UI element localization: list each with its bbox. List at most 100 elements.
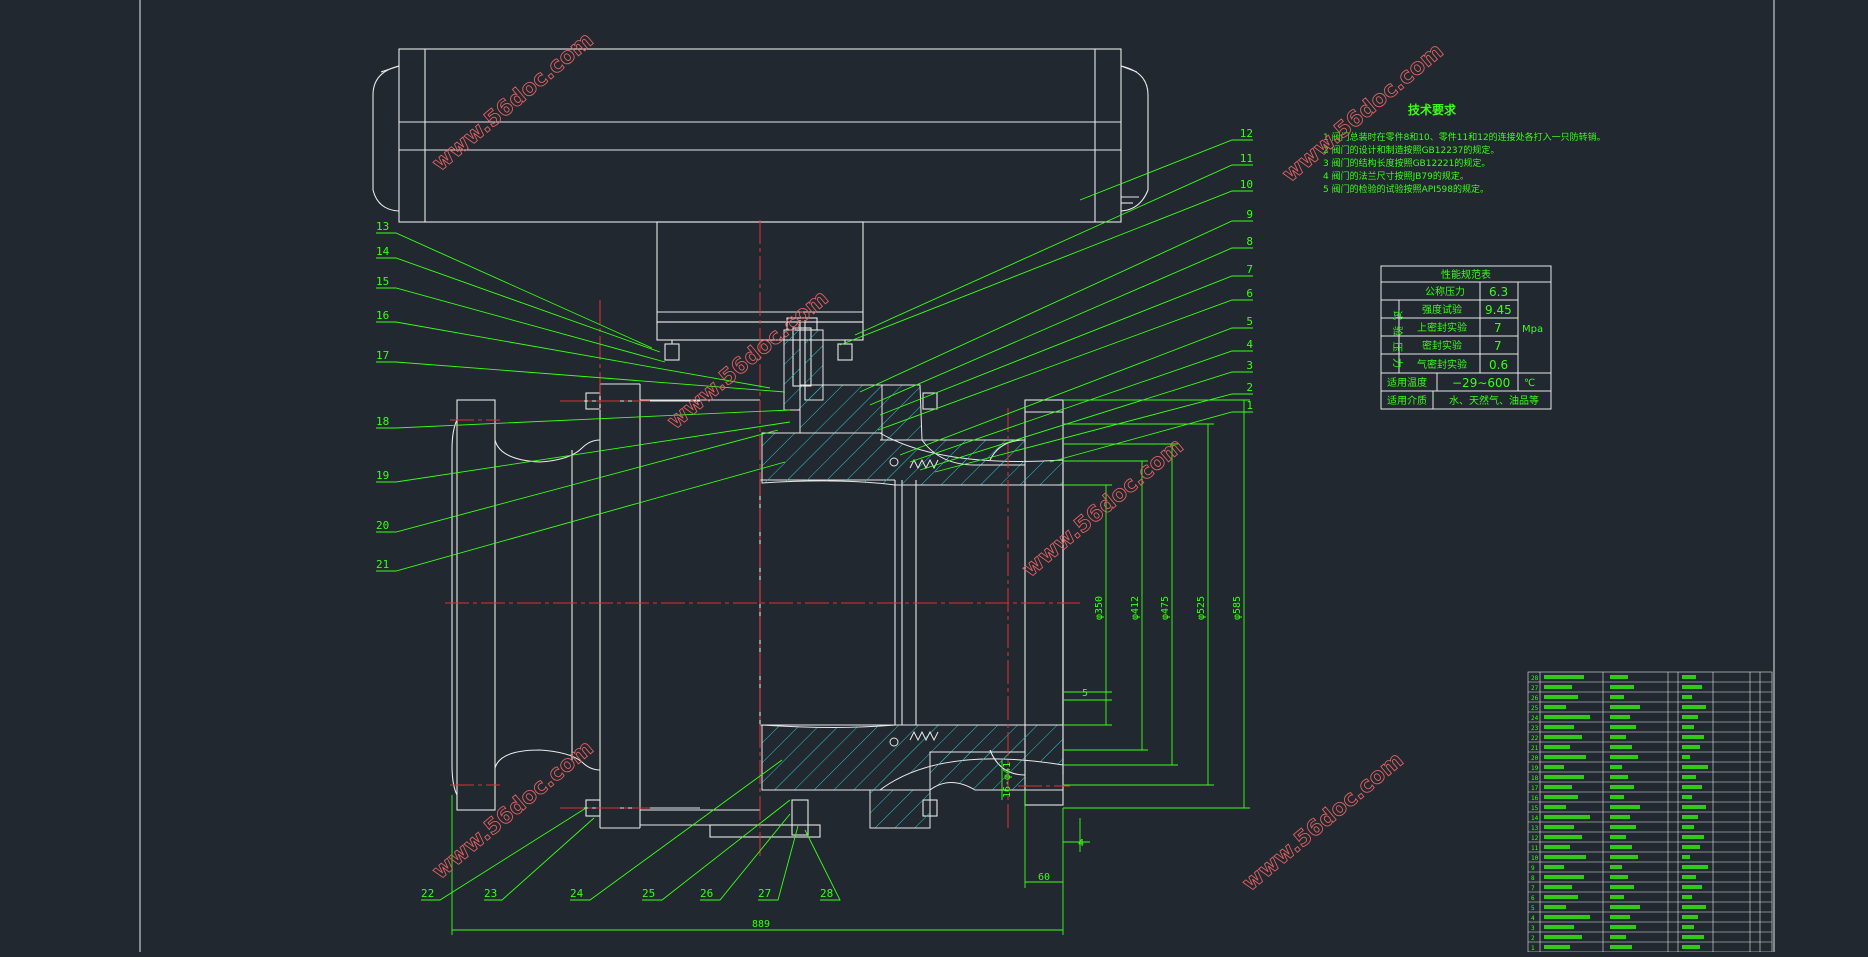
bom-row-number: 15 — [1531, 805, 1539, 812]
leader-line — [877, 299, 1253, 431]
bom-cell-material — [1682, 845, 1700, 849]
leader-line — [376, 287, 666, 363]
balloon-number: 9 — [1246, 208, 1253, 221]
dim-4: 4 — [1078, 838, 1084, 849]
bom-row-number: 25 — [1531, 705, 1539, 712]
bom-cell-code — [1544, 805, 1566, 809]
balloon-number: 25 — [642, 887, 655, 900]
bom-row-number: 2 — [1531, 935, 1535, 942]
leader-line — [376, 421, 791, 483]
bom-cell-name — [1610, 765, 1622, 769]
watermark: www.56doc.com — [428, 736, 599, 885]
bom-cell-name — [1610, 685, 1634, 689]
bom-cell-material — [1682, 875, 1696, 879]
bom-cell-code — [1544, 845, 1570, 849]
bom-cell-name — [1610, 725, 1636, 729]
balloon-number: 28 — [820, 887, 833, 900]
bom-cell-code — [1544, 715, 1590, 719]
bom-cell-material — [1682, 825, 1694, 829]
cad-drawing-viewport[interactable]: 13 14 15 16 17 18 19 20 21 12 11 10 9 8 7 6 5 4 3 2 1 22 23 24 2… — [0, 0, 1868, 953]
tech-req-item: 2 阀门的设计和制造按照GB12237的规定。 — [1323, 144, 1499, 156]
bom-cell-material — [1682, 915, 1698, 919]
bom-row-number: 10 — [1531, 855, 1539, 862]
bom-cell-name — [1610, 745, 1632, 749]
bom-cell-code — [1544, 765, 1564, 769]
dim-475: φ475 — [1160, 596, 1171, 620]
bom-cell-code — [1544, 895, 1578, 899]
tech-req-item: 5 阀门的检验的试验按照API598的规定。 — [1323, 183, 1489, 195]
bom-cell-code — [1544, 915, 1590, 919]
bom-cell-material — [1682, 705, 1706, 709]
spec-row-value: 0.6 — [1489, 358, 1508, 372]
leader-line — [869, 247, 1253, 406]
dim-60: 60 — [1038, 872, 1050, 883]
bom-cell-name — [1610, 865, 1622, 869]
bom-cell-material — [1682, 715, 1698, 719]
dim-585: φ585 — [1232, 596, 1243, 620]
spec-unit: Mpa — [1522, 324, 1543, 335]
bom-cell-code — [1544, 905, 1566, 909]
bom-row-number: 13 — [1531, 825, 1539, 832]
dim-889: 889 — [752, 919, 770, 930]
spec-row-label: 气密封实验 — [1417, 358, 1467, 371]
balloon-number: 18 — [376, 415, 389, 428]
spec-side-label: 试验压力 — [1391, 310, 1404, 374]
balloon-number: 19 — [376, 469, 389, 482]
bom-row-number: 16 — [1531, 795, 1539, 802]
balloon-number: 27 — [758, 887, 771, 900]
section-hatching — [761, 329, 1064, 829]
bom-cell-name — [1610, 835, 1626, 839]
bom-cell-material — [1682, 795, 1692, 799]
balloon-number: 20 — [376, 519, 389, 532]
bill-of-materials: 2827262524232221201918171615141312111098… — [1527, 671, 1773, 953]
bom-cell-code — [1544, 745, 1570, 749]
bom-cell-material — [1682, 775, 1696, 779]
bom-cell-name — [1610, 825, 1636, 829]
balloon-number: 23 — [484, 887, 497, 900]
bom-row-number: 9 — [1531, 865, 1535, 872]
bom-row-number: 24 — [1531, 715, 1539, 722]
bom-cell-material — [1682, 755, 1690, 759]
bom-cell-code — [1544, 855, 1586, 859]
bom-cell-name — [1610, 715, 1630, 719]
balloon-number: 2 — [1246, 381, 1253, 394]
balloon-number: 16 — [376, 309, 389, 322]
spec-row-value: 6.3 — [1489, 285, 1508, 299]
balloon-number: 7 — [1246, 263, 1253, 276]
tech-req-title: 技术要求 — [1408, 102, 1457, 117]
spec-medium-label: 适用介质 — [1387, 395, 1427, 407]
bom-cell-material — [1682, 935, 1704, 939]
bom-cell-material — [1682, 725, 1694, 729]
cad-drawing: 13141516171819202112111098765432122 23 24 2… — [139, 0, 1775, 953]
bom-row-number: 1 — [1531, 945, 1535, 952]
balloon-number: 4 — [1246, 338, 1253, 351]
bom-cell-code — [1544, 755, 1586, 759]
tech-req-item: 1 阀门总装时在零件8和10、零件11和12的连接处各打入一只防转销。 — [1323, 131, 1606, 143]
bom-cell-name — [1610, 805, 1640, 809]
bom-cell-code — [1544, 725, 1574, 729]
leader-line — [839, 190, 1253, 346]
spec-row-value: 7 — [1494, 339, 1502, 353]
tech-req-item: 3 阀门的结构长度按照GB12221的规定。 — [1323, 157, 1490, 169]
leader-line — [642, 799, 791, 901]
balloon-number: 17 — [376, 349, 389, 362]
balloon-number: 24 — [570, 887, 584, 900]
bom-cell-code — [1544, 865, 1564, 869]
bom-cell-material — [1682, 675, 1696, 679]
balloon-number: 21 — [376, 558, 389, 571]
bom-cell-material — [1682, 835, 1704, 839]
bom-row-number: 22 — [1531, 735, 1539, 742]
spec-temp-value: −29∼600 — [1452, 376, 1510, 390]
tech-req-item: 4 阀门的法兰尺寸按照JB79的规定。 — [1323, 170, 1469, 182]
leader-line — [1079, 139, 1253, 201]
watermark: www.56doc.com — [1018, 434, 1189, 583]
bom-cell-code — [1544, 885, 1572, 889]
balloon-number: 15 — [376, 275, 389, 288]
bom-cell-name — [1610, 925, 1636, 929]
bom-cell-code — [1544, 815, 1590, 819]
bom-row-number: 14 — [1531, 815, 1539, 822]
bom-cell-name — [1610, 935, 1626, 939]
bom-cell-code — [1544, 835, 1582, 839]
dim-525: φ525 — [1196, 596, 1207, 620]
spec-row-label: 公称压力 — [1425, 285, 1465, 298]
